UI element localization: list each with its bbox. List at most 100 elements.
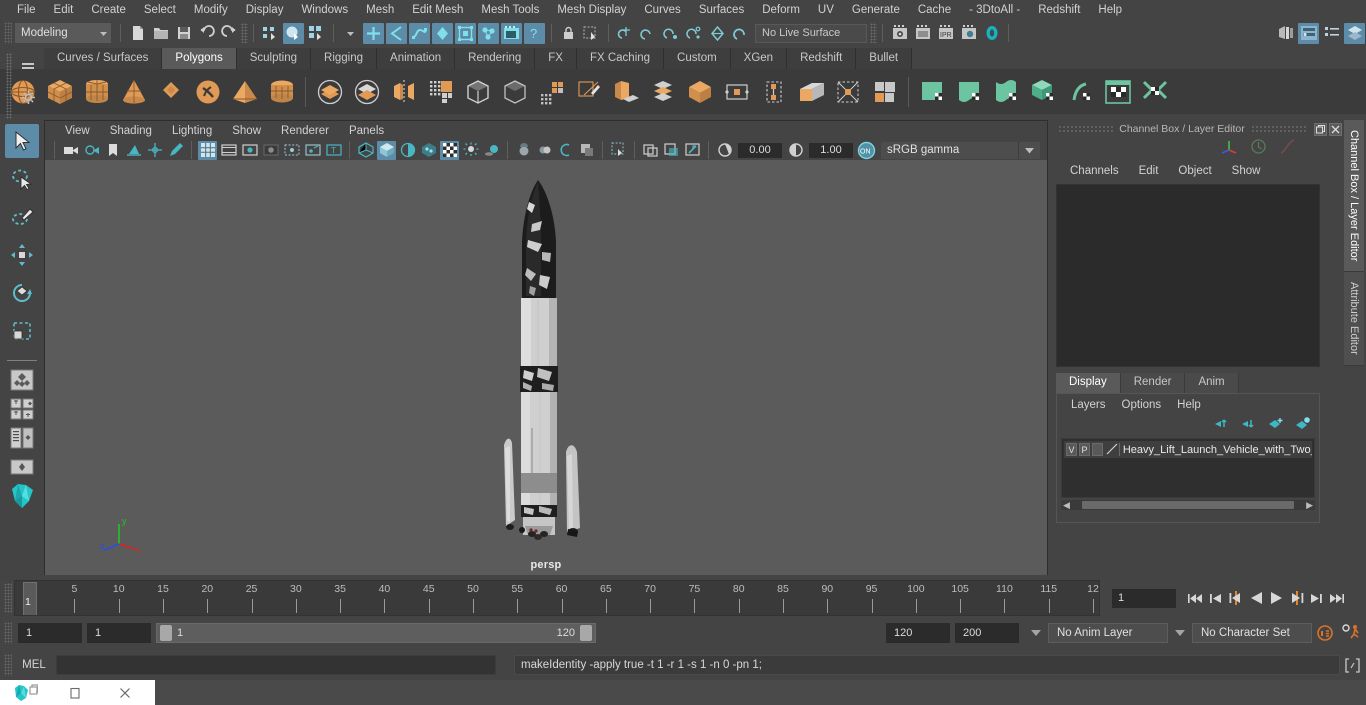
exposure-value-field[interactable]: 0.00 <box>738 142 782 158</box>
close-panel-button[interactable] <box>1329 122 1342 136</box>
channel-menu-channels[interactable]: Channels <box>1060 164 1129 178</box>
shelf-tab-polygons[interactable]: Polygons <box>162 48 237 69</box>
duplicate-face-icon[interactable] <box>644 73 681 111</box>
shelf-tab-bullet[interactable]: Bullet <box>856 48 913 69</box>
smooth-icon[interactable] <box>422 73 459 111</box>
playback-end-time-field[interactable]: 120 <box>886 623 950 643</box>
quadrangulate-icon[interactable] <box>866 73 903 111</box>
channel-menu-object[interactable]: Object <box>1168 164 1221 178</box>
shelf-tab-rendering[interactable]: Rendering <box>455 48 536 69</box>
mask-deformations-icon[interactable] <box>455 22 476 44</box>
bevel-icon[interactable] <box>459 73 496 111</box>
boolean-union-icon[interactable] <box>311 73 348 111</box>
panel-menu-lighting[interactable]: Lighting <box>162 124 222 138</box>
select-camera-icon[interactable] <box>61 141 80 160</box>
layer-color-swatch[interactable] <box>1105 443 1119 456</box>
channel-menu-edit[interactable]: Edit <box>1129 164 1169 178</box>
isolate-select-icon[interactable] <box>609 141 628 160</box>
layer-row[interactable]: V P Heavy_Lift_Launch_Vehicle_with_Two_S… <box>1064 441 1312 458</box>
film-gate-icon[interactable] <box>219 141 238 160</box>
menu-windows[interactable]: Windows <box>292 1 357 19</box>
move-tool[interactable] <box>5 238 39 272</box>
menu-cache[interactable]: Cache <box>909 1 960 19</box>
uv-cylindrical-icon[interactable] <box>951 73 988 111</box>
mask-joints-icon[interactable] <box>386 22 407 44</box>
shelf-tab-redshift[interactable]: Redshift <box>787 48 857 69</box>
multi-cut-grid-icon[interactable] <box>533 73 570 111</box>
layer-tab-render[interactable]: Render <box>1120 373 1186 393</box>
menu-surfaces[interactable]: Surfaces <box>690 1 753 19</box>
ipr-render-icon[interactable]: IPR <box>935 23 956 44</box>
hud-text-icon[interactable]: T <box>324 141 343 160</box>
use-lights-icon[interactable] <box>461 141 480 160</box>
menu-edit[interactable]: Edit <box>45 1 83 19</box>
connect-icon[interactable] <box>755 73 792 111</box>
bridge-icon[interactable] <box>792 73 829 111</box>
polygon-cylinder-icon[interactable] <box>78 73 115 111</box>
select-hierarchy-icon[interactable] <box>260 23 281 44</box>
go-to-end-button[interactable] <box>1327 588 1345 608</box>
channel-box-content-area[interactable] <box>1056 184 1320 367</box>
menu-help[interactable]: Help <box>1089 1 1131 19</box>
animation-preferences-icon[interactable] <box>1338 623 1366 643</box>
extrude-face-icon[interactable] <box>607 73 644 111</box>
shelf-tab-xgen[interactable]: XGen <box>730 48 788 69</box>
channel-curve-icon[interactable] <box>1279 138 1296 160</box>
close-window-button[interactable] <box>100 680 150 705</box>
previous-key-button[interactable] <box>1227 588 1245 608</box>
single-perspective-layout[interactable] <box>5 367 39 393</box>
color-management-toggle-icon[interactable]: ON <box>857 141 876 160</box>
uv-unfold-icon[interactable] <box>1062 73 1099 111</box>
time-slider[interactable]: 1 5 10 15 20 25 30 35 40 45 50 55 60 65 70 75 80 85 90 95 1… <box>14 580 1100 616</box>
four-view-layout[interactable] <box>5 396 39 422</box>
menu-set-selector[interactable]: Modeling <box>15 23 95 43</box>
step-forward-frame-button[interactable] <box>1307 588 1325 608</box>
uv-spherical-icon[interactable] <box>988 73 1025 111</box>
minimize-window-button[interactable] <box>50 680 100 705</box>
mask-handles-icon[interactable] <box>363 22 384 44</box>
persp-viewport[interactable]: y x z persp <box>45 160 1047 575</box>
snap-grid-icon[interactable] <box>615 23 636 44</box>
mask-rendering-icon[interactable] <box>501 22 522 44</box>
open-layer-editor-icon[interactable] <box>1344 22 1365 44</box>
anim-layer-dropdown-icon[interactable] <box>1031 630 1041 636</box>
scroll-left-arrow[interactable]: ◀ <box>1063 500 1070 511</box>
uv-set-editor-icon[interactable] <box>1136 73 1173 111</box>
select-tool[interactable] <box>5 124 39 158</box>
layer-playback-toggle[interactable]: P <box>1079 443 1090 456</box>
current-frame-field[interactable]: 1 <box>1112 588 1176 608</box>
gamma-value-field[interactable]: 1.00 <box>809 142 853 158</box>
redo-render-icon[interactable] <box>912 23 933 44</box>
open-outliner-icon[interactable] <box>1275 23 1296 44</box>
menu-set-dropdown-icon[interactable] <box>95 23 111 43</box>
mask-dropdown-icon[interactable] <box>340 23 361 44</box>
layer-state-toggle[interactable] <box>1092 443 1103 456</box>
render-settings-icon[interactable] <box>958 23 979 44</box>
select-object-icon[interactable] <box>283 22 304 44</box>
anim-layer-field[interactable]: No Anim Layer <box>1048 623 1168 643</box>
snap-curve-icon[interactable] <box>638 23 659 44</box>
redo-icon[interactable] <box>219 23 240 44</box>
layer-name[interactable]: Heavy_Lift_Launch_Vehicle_with_Two_Solid… <box>1123 444 1312 456</box>
shadows-icon[interactable] <box>482 141 501 160</box>
target-weld-icon[interactable] <box>718 73 755 111</box>
mask-dynamics-icon[interactable] <box>478 22 499 44</box>
bookmark-icon[interactable] <box>103 141 122 160</box>
undo-icon[interactable] <box>196 23 217 44</box>
lasso-tool[interactable] <box>5 162 39 196</box>
open-channel-box-icon[interactable] <box>1321 23 1342 44</box>
vtab-attribute-editor[interactable]: Attribute Editor <box>1344 272 1364 367</box>
go-to-start-button[interactable] <box>1187 588 1205 608</box>
panel-menu-panels[interactable]: Panels <box>339 124 394 138</box>
color-profile-dropdown-icon[interactable] <box>1018 141 1040 159</box>
polygon-prism-icon[interactable] <box>263 73 300 111</box>
menu-create[interactable]: Create <box>82 1 135 19</box>
menu-modify[interactable]: Modify <box>185 1 237 19</box>
lock-selection-icon[interactable] <box>558 23 579 44</box>
texture-checker-icon[interactable] <box>440 140 459 160</box>
textured-icon[interactable] <box>419 141 438 160</box>
undock-panel-button[interactable] <box>1314 122 1327 136</box>
range-slider[interactable]: 1 120 <box>156 623 596 643</box>
shelf-options-gear-icon[interactable] <box>21 90 36 110</box>
live-surface-field[interactable]: No Live Surface <box>755 23 867 43</box>
